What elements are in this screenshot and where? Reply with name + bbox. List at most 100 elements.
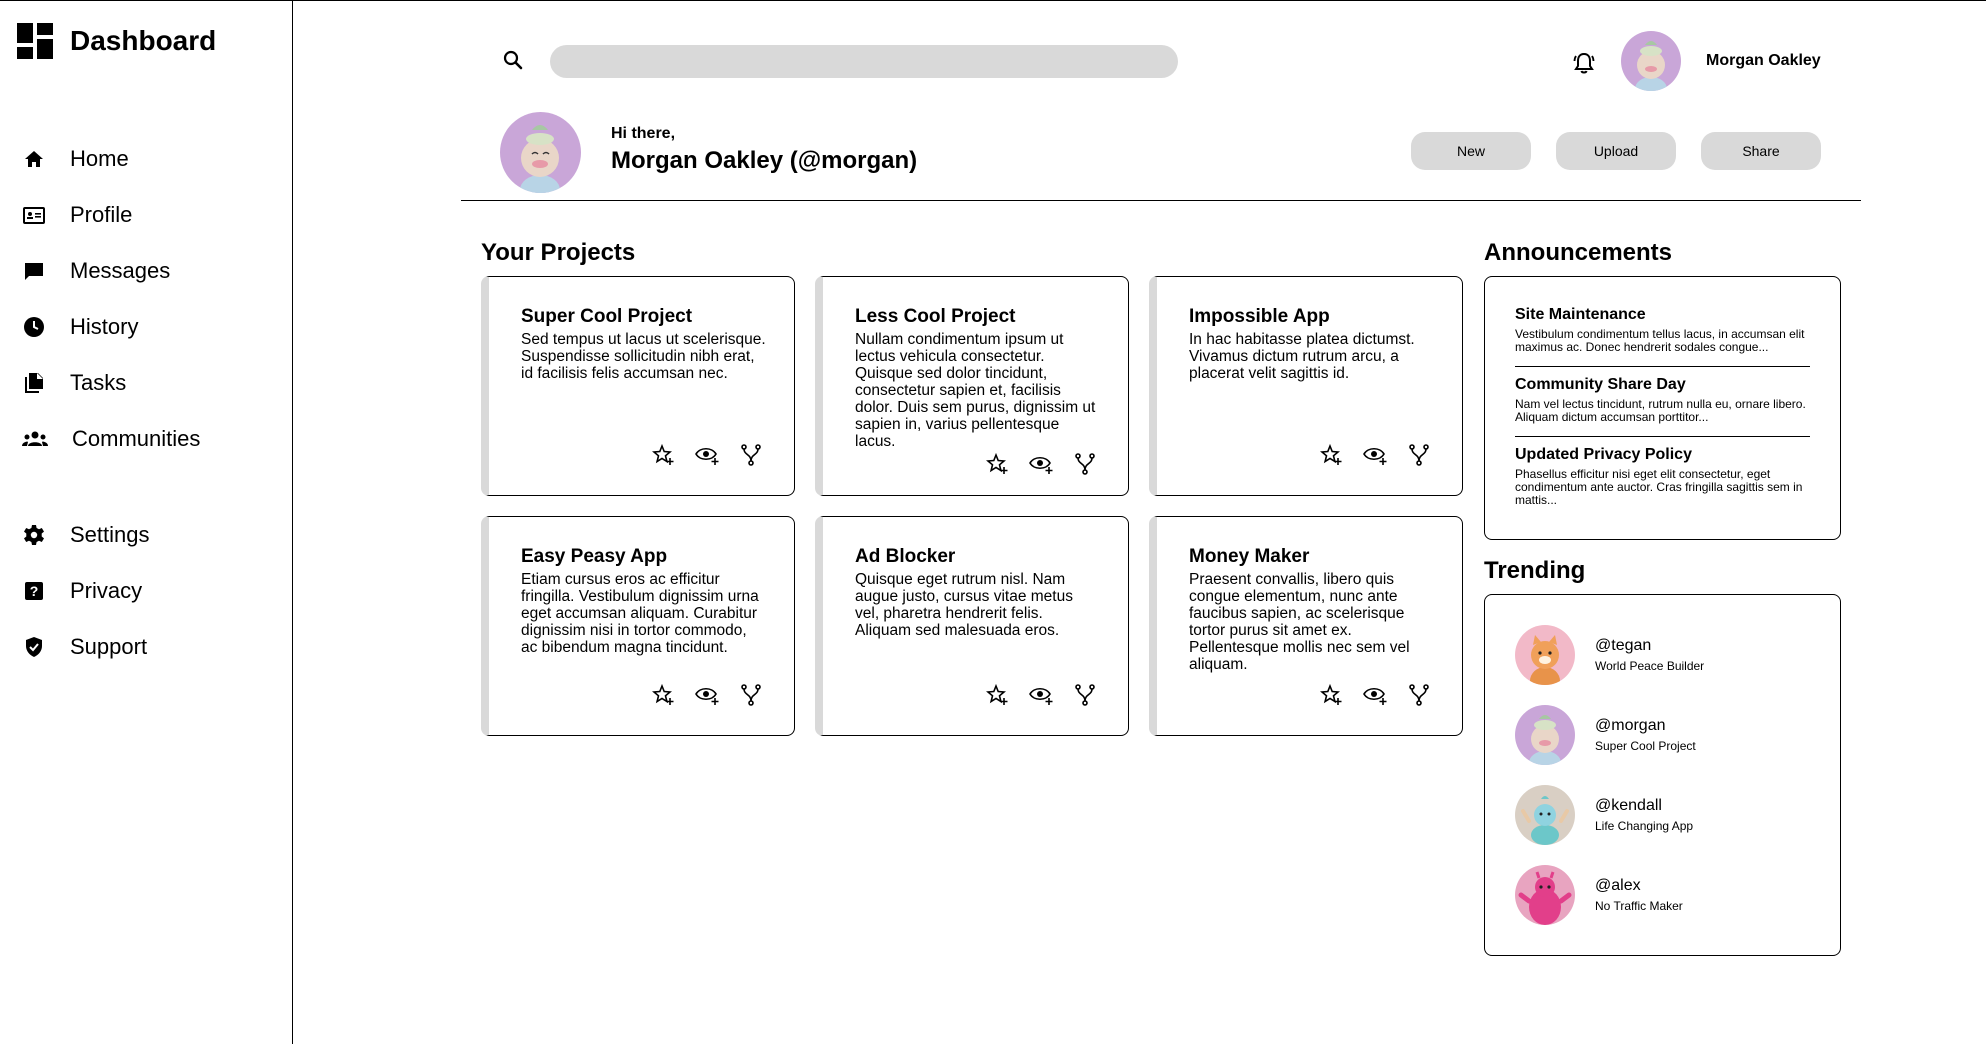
greeting-name: Morgan Oakley (@morgan): [611, 147, 918, 174]
trending-handle: @morgan: [1595, 717, 1666, 734]
bell-icon[interactable]: [1570, 49, 1598, 77]
announcement-divider: [1515, 436, 1810, 437]
star-add-icon[interactable]: [1318, 442, 1344, 468]
avatar: [1515, 865, 1575, 925]
sidebar-item-tasks[interactable]: Tasks: [0, 355, 292, 411]
fork-icon[interactable]: [1072, 451, 1098, 477]
app-title: Dashboard: [70, 25, 217, 56]
sidebar-item-communities[interactable]: Communities: [0, 411, 292, 467]
avatar: [1515, 785, 1575, 845]
announcement-title: Community Share Day: [1515, 376, 1686, 393]
watch-icon[interactable]: [1362, 442, 1388, 468]
project-actions: [984, 451, 1098, 477]
trending-project: World Peace Builder: [1595, 659, 1705, 673]
new-button[interactable]: New: [1411, 132, 1531, 170]
star-add-icon[interactable]: [1318, 682, 1344, 708]
trending-title: Trending: [1484, 557, 1586, 584]
project-actions: [1318, 442, 1432, 468]
user-name[interactable]: Morgan Oakley: [1706, 52, 1821, 70]
fork-icon[interactable]: [1406, 682, 1432, 708]
project-card[interactable]: Super Cool Project Sed tempus ut lacus u…: [481, 276, 795, 496]
project-description: Sed tempus ut lacus ut scelerisque. Susp…: [521, 331, 766, 382]
project-description: Nullam condimentum ipsum ut lectus vehic…: [855, 331, 1096, 450]
fork-icon[interactable]: [738, 682, 764, 708]
project-title: Impossible App: [1189, 306, 1330, 327]
message-icon: [22, 259, 46, 283]
sidebar-item-label: Profile: [70, 202, 133, 227]
trending-item[interactable]: @kendall Life Changing App: [1515, 785, 1693, 845]
clock-icon: [22, 315, 46, 339]
project-description: Etiam cursus eros ac efficitur fringilla…: [521, 571, 759, 656]
profile-avatar: [500, 112, 581, 193]
sidebar-item-label: Messages: [70, 258, 171, 283]
avatar[interactable]: [1621, 31, 1681, 91]
trending-item[interactable]: @alex No Traffic Maker: [1515, 865, 1683, 925]
project-actions: [984, 682, 1098, 708]
watch-icon[interactable]: [694, 682, 720, 708]
star-add-icon[interactable]: [650, 442, 676, 468]
project-title: Less Cool Project: [855, 306, 1016, 327]
help-icon: ?: [22, 579, 46, 603]
project-title: Super Cool Project: [521, 306, 693, 327]
id-card-icon: [22, 203, 46, 227]
sidebar-item-settings[interactable]: Settings: [0, 507, 292, 563]
project-card[interactable]: Money Maker Praesent convallis, libero q…: [1149, 516, 1463, 736]
star-add-icon[interactable]: [984, 451, 1010, 477]
trending-item[interactable]: @tegan World Peace Builder: [1515, 625, 1704, 685]
announcement-text: Nam vel lectus tincidunt, rutrum nulla e…: [1515, 397, 1806, 424]
sidebar-item-support[interactable]: Support: [0, 619, 292, 675]
home-icon: [22, 147, 46, 171]
search-input[interactable]: [550, 45, 1178, 78]
fork-icon[interactable]: [1406, 442, 1432, 468]
announcement-item[interactable]: Site Maintenance Vestibulum condimentum …: [1515, 306, 1810, 354]
sidebar-item-home[interactable]: Home: [0, 131, 292, 187]
sidebar-item-privacy[interactable]: ? Privacy: [0, 563, 292, 619]
trending-project: Life Changing App: [1595, 819, 1694, 833]
sidebar-item-label: History: [70, 314, 139, 339]
project-title: Ad Blocker: [855, 546, 956, 567]
sidebar-item-history[interactable]: History: [0, 299, 292, 355]
star-add-icon[interactable]: [984, 682, 1010, 708]
announcement-divider: [1515, 366, 1810, 367]
project-card[interactable]: Ad Blocker Quisque eget rutrum nisl. Nam…: [815, 516, 1129, 736]
watch-icon[interactable]: [1028, 682, 1054, 708]
upload-button[interactable]: Upload: [1556, 132, 1676, 170]
trending-item[interactable]: @morgan Super Cool Project: [1515, 705, 1696, 765]
watch-icon[interactable]: [694, 442, 720, 468]
sidebar-item-label: Support: [70, 634, 148, 659]
project-description: Praesent convallis, libero quis congue e…: [1189, 571, 1410, 673]
share-button[interactable]: Share: [1701, 132, 1821, 170]
trending-handle: @kendall: [1595, 797, 1662, 814]
sidebar-item-messages[interactable]: Messages: [0, 243, 292, 299]
avatar: [1515, 625, 1575, 685]
documents-icon: [22, 371, 46, 395]
search-icon[interactable]: [502, 49, 524, 71]
sidebar-item-label: Tasks: [70, 370, 127, 395]
dashboard-icon: [17, 23, 53, 59]
announcement-text: Vestibulum condimentum tellus lacus, in …: [1515, 327, 1805, 354]
project-card[interactable]: Less Cool Project Nullam condimentum ips…: [815, 276, 1129, 496]
announcement-item[interactable]: Community Share Day Nam vel lectus tinci…: [1515, 376, 1810, 424]
trending-project: Super Cool Project: [1595, 739, 1696, 753]
project-title: Easy Peasy App: [521, 546, 668, 567]
gear-icon: [22, 523, 46, 547]
announcement-item[interactable]: Updated Privacy Policy Phasellus efficit…: [1515, 446, 1810, 507]
sidebar-item-profile[interactable]: Profile: [0, 187, 292, 243]
watch-icon[interactable]: [1028, 451, 1054, 477]
project-title: Money Maker: [1189, 546, 1310, 567]
sidebar-item-label: Communities: [72, 426, 201, 451]
star-add-icon[interactable]: [650, 682, 676, 708]
watch-icon[interactable]: [1362, 682, 1388, 708]
fork-icon[interactable]: [738, 442, 764, 468]
announcement-title: Site Maintenance: [1515, 306, 1646, 323]
trending-handle: @alex: [1595, 877, 1641, 894]
brand[interactable]: Dashboard: [17, 23, 216, 59]
project-card[interactable]: Easy Peasy App Etiam cursus eros ac effi…: [481, 516, 795, 736]
announcements-title: Announcements: [1484, 239, 1673, 266]
fork-icon[interactable]: [1072, 682, 1098, 708]
project-actions: [1318, 682, 1432, 708]
sidebar-item-label: Home: [70, 146, 129, 171]
sidebar-item-label: Settings: [70, 522, 150, 547]
project-card[interactable]: Impossible App In hac habitasse platea d…: [1149, 276, 1463, 496]
